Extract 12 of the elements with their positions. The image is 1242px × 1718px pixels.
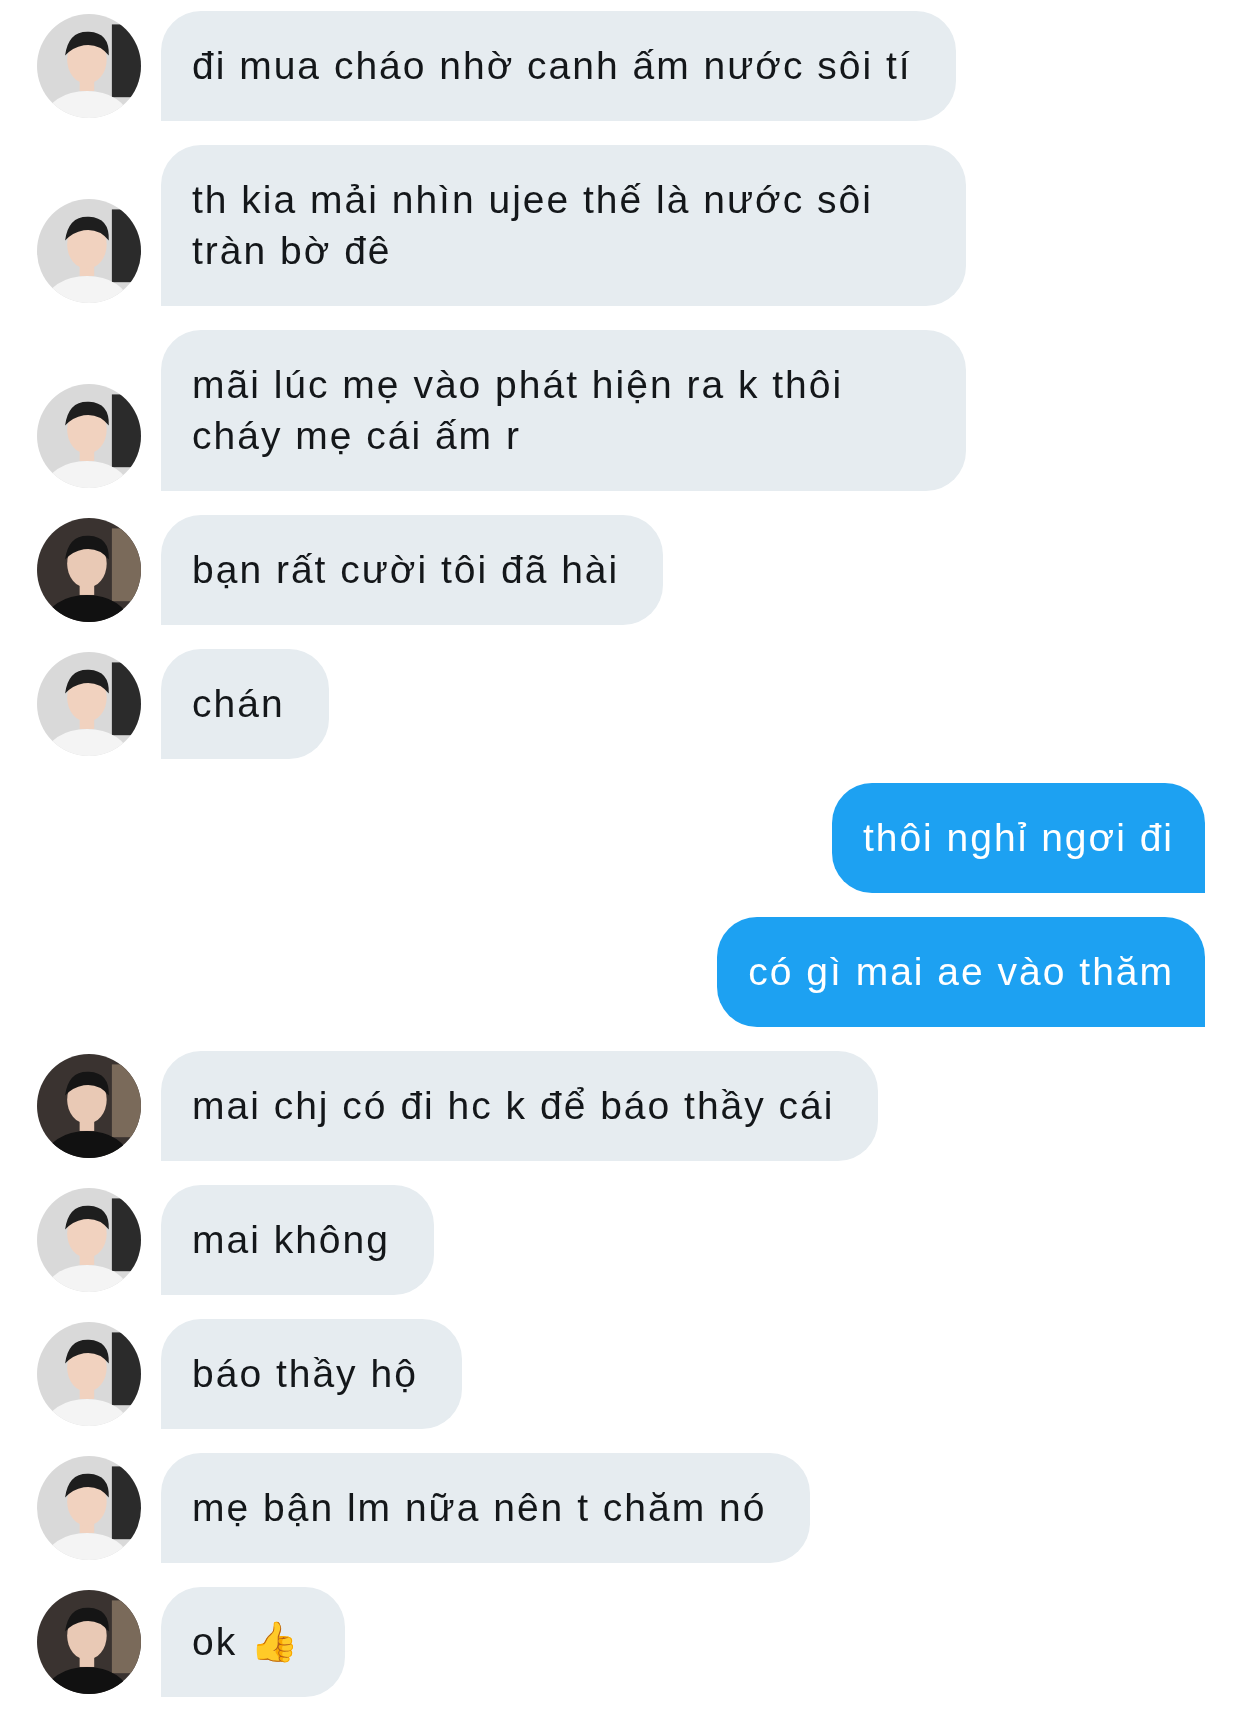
received-message: th kia mải nhìn ujee thế là nước sôi tràn bờ đê [161, 145, 966, 306]
received-message: ok 👍 [161, 1587, 346, 1697]
sent-message: có gì mai ae vào thăm [717, 917, 1205, 1027]
received-message: mai không [161, 1185, 434, 1295]
received-message: bạn rất cười tôi đã hài [161, 515, 664, 625]
sent-message: thôi nghỉ ngơi đi [831, 783, 1205, 893]
received-message: báo thầy hộ [161, 1319, 462, 1429]
received-message: chán [161, 649, 329, 759]
received-message: mẹ bận lm nữa nên t chăm nó [161, 1453, 811, 1563]
received-message: mãi lúc mẹ vào phát hiện ra k thôi cháy mẹ cái ấm r [161, 330, 966, 491]
received-message: mai chj có đi hc k để báo thầy cái [161, 1051, 879, 1161]
received-message: đi mua cháo nhờ canh ấm nước sôi tí [161, 11, 956, 121]
